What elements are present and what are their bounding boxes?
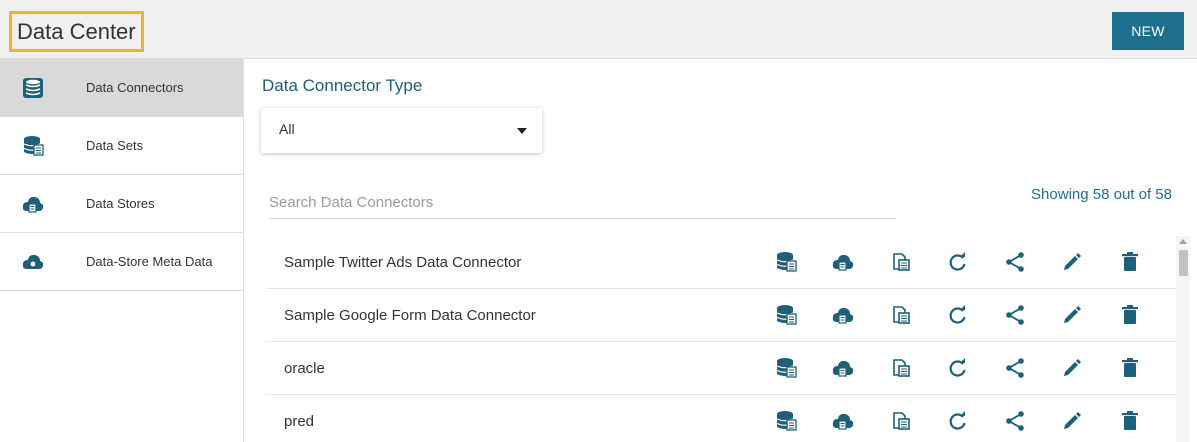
- connector-name: oracle: [284, 360, 325, 377]
- delete-icon[interactable]: [1119, 357, 1141, 379]
- sidebar-item-data-stores[interactable]: Data Stores: [0, 175, 243, 233]
- sidebar-item-label: Data-Store Meta Data: [86, 254, 213, 269]
- share-icon[interactable]: [1004, 251, 1026, 273]
- list-item[interactable]: pred: [266, 395, 1176, 442]
- create-dataset-icon[interactable]: [775, 251, 797, 273]
- delete-icon[interactable]: [1119, 304, 1141, 326]
- refresh-icon[interactable]: [947, 357, 969, 379]
- page-title: Data Center: [9, 11, 144, 52]
- connector-name: Sample Twitter Ads Data Connector: [284, 254, 522, 271]
- create-datastore-icon[interactable]: [832, 410, 854, 432]
- new-button[interactable]: NEW: [1112, 12, 1184, 50]
- edit-icon[interactable]: [1061, 251, 1083, 273]
- scroll-thumb[interactable]: [1179, 250, 1188, 276]
- cloud-meta-icon: [22, 254, 44, 269]
- create-datastore-icon[interactable]: [832, 251, 854, 273]
- create-datastore-icon[interactable]: [832, 357, 854, 379]
- search-input[interactable]: [269, 187, 895, 219]
- share-icon[interactable]: [1004, 304, 1026, 326]
- connector-name: Sample Google Form Data Connector: [284, 307, 536, 324]
- connector-type-select[interactable]: All: [261, 108, 542, 153]
- list-item[interactable]: Sample Google Form Data Connector: [266, 289, 1176, 342]
- refresh-icon[interactable]: [947, 410, 969, 432]
- delete-icon[interactable]: [1119, 410, 1141, 432]
- edit-icon[interactable]: [1061, 357, 1083, 379]
- sidebar-item-data-store-meta-data[interactable]: Data-Store Meta Data: [0, 233, 243, 291]
- share-icon[interactable]: [1004, 410, 1026, 432]
- sidebar: Data Connectors Data Sets Data Stores Da…: [0, 59, 244, 442]
- share-icon[interactable]: [1004, 357, 1026, 379]
- refresh-icon[interactable]: [947, 304, 969, 326]
- dataset-icon: [23, 136, 44, 156]
- sidebar-item-label: Data Connectors: [86, 80, 184, 95]
- sidebar-item-data-sets[interactable]: Data Sets: [0, 117, 243, 175]
- result-count: Showing 58 out of 58: [1031, 186, 1172, 203]
- create-dataset-icon[interactable]: [775, 410, 797, 432]
- refresh-icon[interactable]: [947, 251, 969, 273]
- connector-name: pred: [284, 413, 315, 430]
- database-icon: [23, 78, 43, 98]
- main-content: Data Connector Type All Showing 58 out o…: [244, 59, 1197, 442]
- sidebar-item-data-connectors[interactable]: Data Connectors: [0, 59, 243, 117]
- copy-icon[interactable]: [890, 251, 912, 273]
- list-item[interactable]: oracle: [266, 342, 1176, 395]
- edit-icon[interactable]: [1061, 304, 1083, 326]
- scroll-up-arrow-icon[interactable]: [1179, 239, 1187, 244]
- create-datastore-icon[interactable]: [832, 304, 854, 326]
- list-item[interactable]: Sample Twitter Ads Data Connector: [266, 236, 1176, 289]
- delete-icon[interactable]: [1119, 251, 1141, 273]
- edit-icon[interactable]: [1061, 410, 1083, 432]
- create-dataset-icon[interactable]: [775, 304, 797, 326]
- top-bar: Data Center NEW: [0, 0, 1197, 59]
- scrollbar[interactable]: [1176, 236, 1190, 442]
- section-title: Data Connector Type: [262, 76, 423, 95]
- copy-icon[interactable]: [890, 410, 912, 432]
- cloud-store-icon: [22, 196, 44, 213]
- copy-icon[interactable]: [890, 304, 912, 326]
- copy-icon[interactable]: [890, 357, 912, 379]
- create-dataset-icon[interactable]: [775, 357, 797, 379]
- select-value: All: [279, 121, 295, 137]
- sidebar-item-label: Data Stores: [86, 196, 155, 211]
- chevron-down-icon: [517, 128, 527, 134]
- sidebar-item-label: Data Sets: [86, 138, 144, 153]
